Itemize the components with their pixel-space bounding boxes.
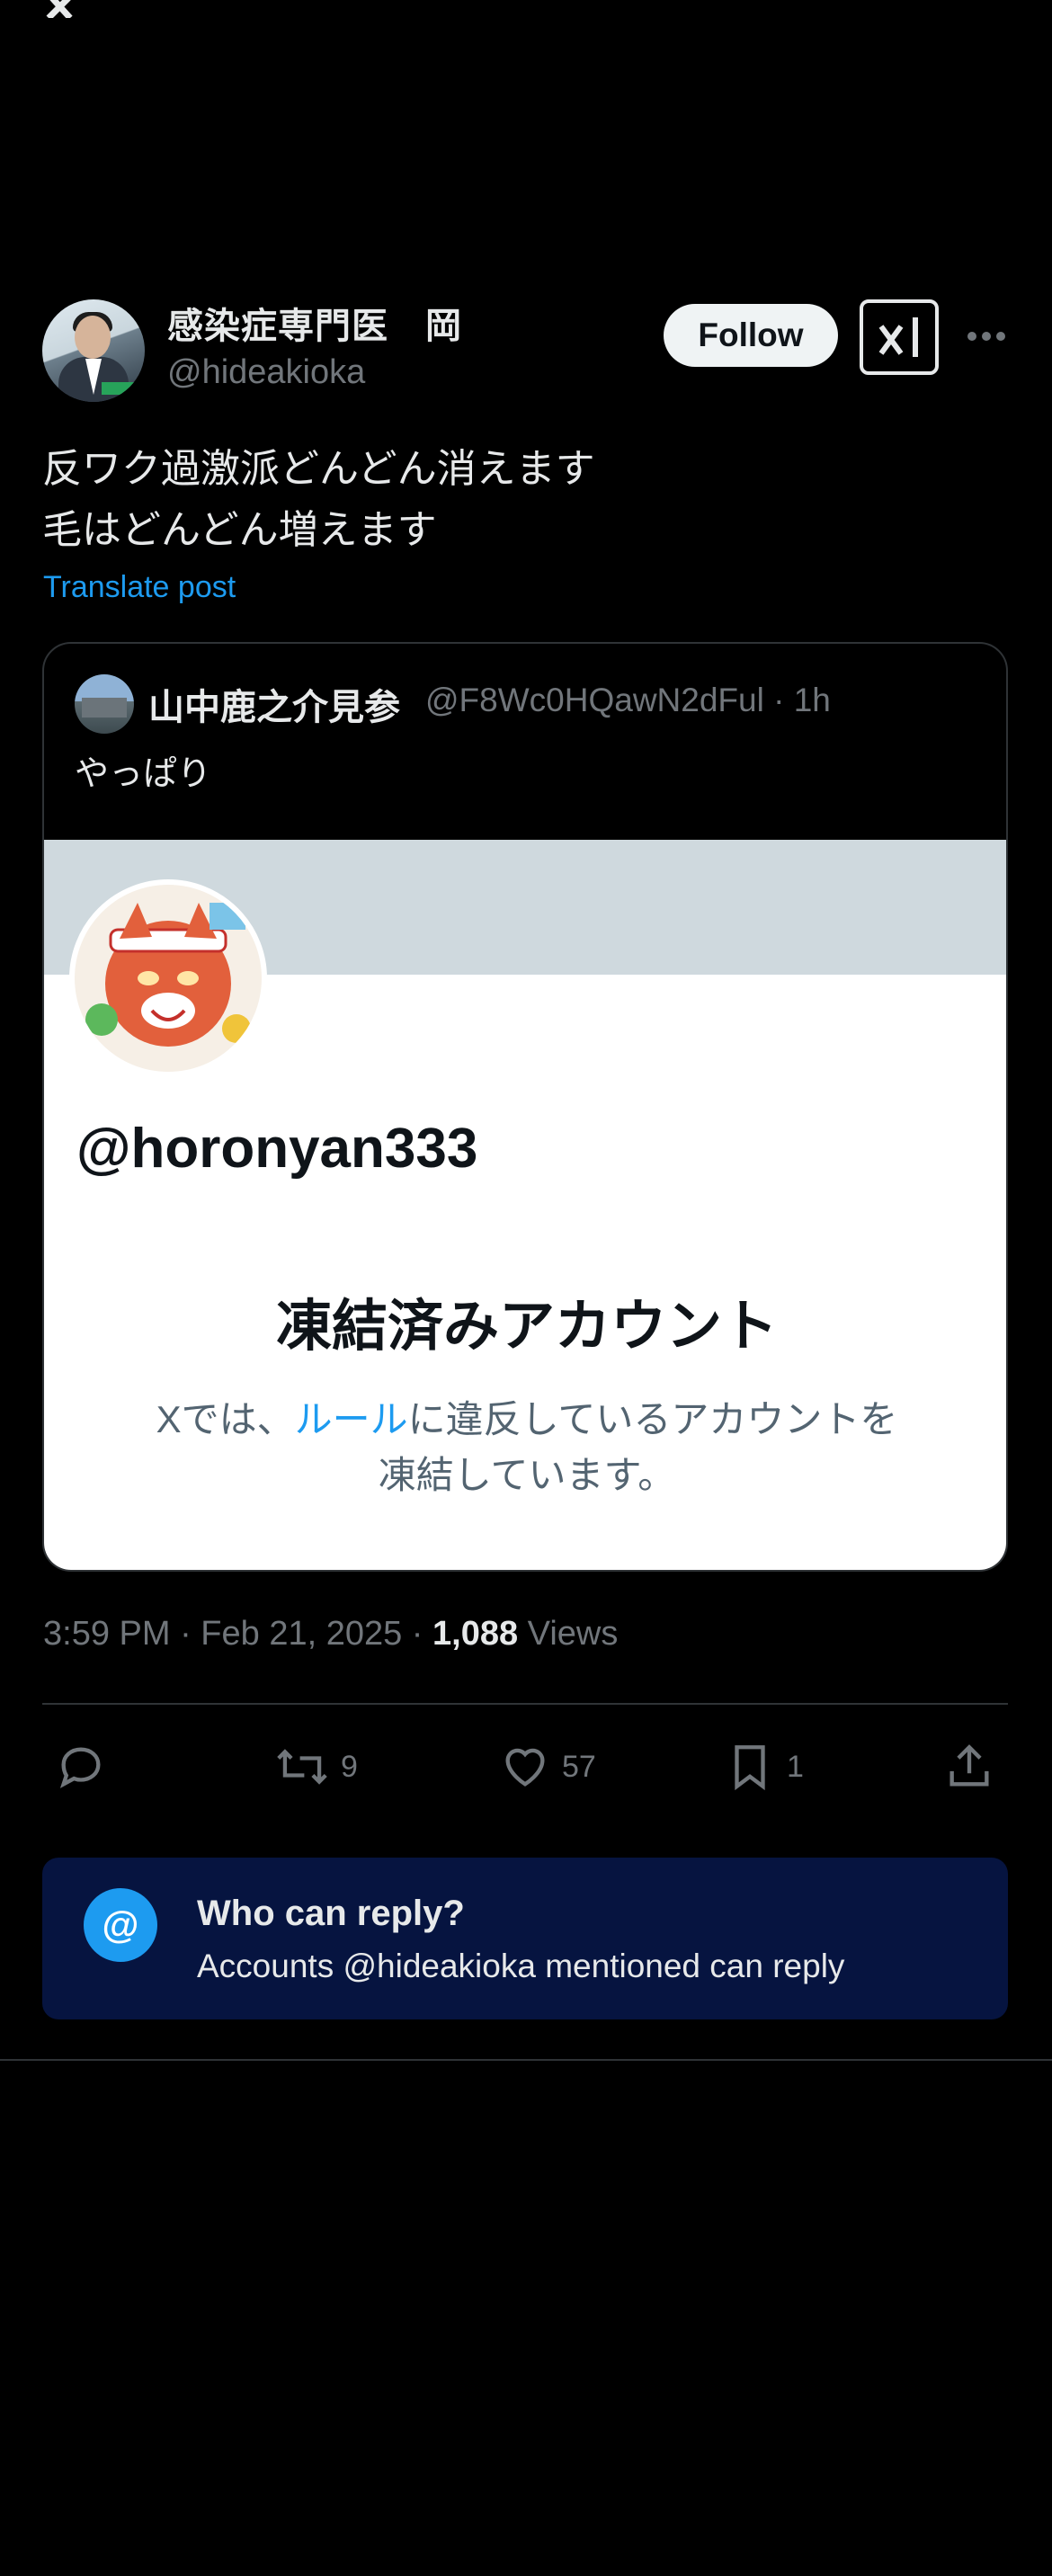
suspended-desc-suffix: に違反しているアカウントを (407, 1398, 898, 1440)
author-avatar[interactable] (42, 299, 145, 402)
mention-icon: @ (84, 1888, 157, 1962)
repost-button[interactable]: 9 (274, 1735, 358, 1798)
repost-count: 9 (341, 1749, 358, 1784)
author-handle[interactable]: @hideakioka (167, 353, 365, 392)
follow-button[interactable]: Follow (664, 304, 838, 367)
reply-icon (59, 1747, 101, 1788)
reply-button[interactable] (55, 1735, 107, 1798)
suspended-title: 凍結済みアカウント (275, 1296, 778, 1358)
quoted-image[interactable]: @horonyan333 凍結済みアカウント Xでは、ルールに違反しているアカウ… (44, 840, 1006, 1570)
like-button[interactable]: 57 (499, 1735, 596, 1798)
repost-icon (277, 1749, 327, 1785)
quoted-post[interactable]: 山中鹿之介見参 @F8Wc0HQawN2dFul · 1h やっぱり @horo… (42, 642, 1008, 1572)
who-can-reply-subtitle: Accounts @hideakioka mentioned can reply (197, 1948, 845, 1984)
action-bar: 9 57 1 (42, 1735, 1008, 1798)
post-text: 反ワク過激派どんどん消えます 毛はどんどん増えます (42, 447, 595, 552)
quoted-text: やっぱり (75, 755, 212, 793)
bookmark-button[interactable]: 1 (724, 1735, 804, 1798)
grok-icon[interactable] (860, 299, 939, 375)
post-timestamp-views: 3:59 PM · Feb 21, 2025 · 1,088 Views (43, 1615, 618, 1653)
who-can-reply-banner: @ Who can reply? Accounts @hideakioka me… (42, 1858, 1008, 2019)
post-time[interactable]: 3:59 PM · Feb 21, 2025 · (43, 1615, 432, 1653)
quoted-avatar[interactable] (75, 674, 134, 734)
suspended-handle: @horonyan333 (76, 1118, 478, 1180)
suspended-desc-prefix: Xでは、 (156, 1398, 295, 1440)
rules-link[interactable]: ルール (295, 1398, 408, 1440)
bookmark-icon (735, 1745, 765, 1791)
more-options-icon[interactable] (964, 315, 1009, 358)
heart-icon (505, 1748, 545, 1787)
translate-post-link[interactable]: Translate post (43, 570, 236, 605)
suspended-description: Xでは、ルールに違反しているアカウントを 凍結しています。 (44, 1392, 1006, 1503)
share-button[interactable] (943, 1735, 995, 1798)
share-icon (949, 1744, 989, 1787)
views-label: Views (518, 1615, 619, 1653)
like-count: 57 (562, 1749, 596, 1784)
divider (42, 1703, 1008, 1705)
author-name[interactable]: 感染症専門医 岡 (167, 297, 462, 349)
bottom-divider (0, 2059, 1052, 2061)
who-can-reply-title: Who can reply? (197, 1894, 465, 1933)
bookmark-count: 1 (787, 1749, 804, 1784)
x-logo-icon[interactable] (41, 0, 104, 21)
suspended-profile-picture (69, 879, 267, 1077)
quoted-author-name: 山中鹿之介見参 (148, 688, 400, 727)
suspended-desc-line2: 凍結しています。 (378, 1454, 676, 1496)
quoted-handle-time: @F8Wc0HQawN2dFul · 1h (425, 682, 831, 718)
views-count: 1,088 (432, 1615, 519, 1653)
